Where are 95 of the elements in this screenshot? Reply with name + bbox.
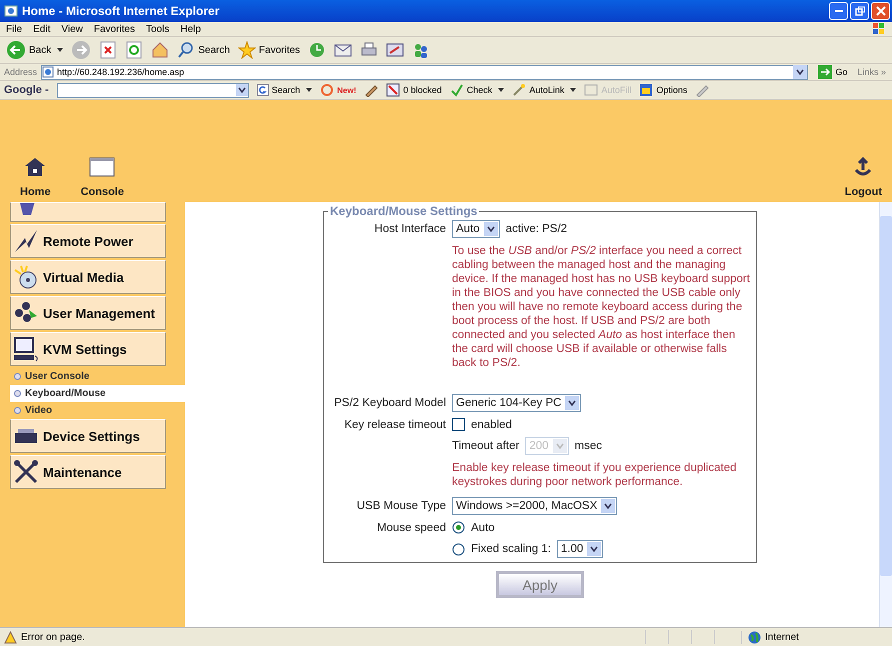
favorites-button[interactable]: Favorites: [238, 41, 300, 59]
caret-icon: [498, 88, 504, 92]
star-icon: [238, 41, 256, 59]
google-search-field[interactable]: [56, 82, 249, 98]
search-button[interactable]: Search: [177, 41, 230, 59]
radio-label: Fixed scaling 1:: [471, 543, 551, 555]
sidebar-menu-button[interactable]: Maintenance: [10, 455, 166, 489]
refresh-icon[interactable]: [125, 41, 144, 59]
go-arrow-icon: [818, 65, 832, 79]
group-title: Keyboard/Mouse Settings: [329, 204, 478, 218]
restore-button[interactable]: [850, 2, 869, 20]
mouse-type-dropdown[interactable]: Windows >=2000, MacOSX: [452, 497, 618, 515]
radio-button[interactable]: [452, 542, 465, 556]
computer-icon: [13, 336, 39, 362]
console-nav-button[interactable]: Console: [80, 156, 124, 198]
scaling-dropdown[interactable]: 1.00: [556, 540, 604, 558]
radio-button[interactable]: [452, 521, 465, 534]
menu-item[interactable]: File: [6, 24, 22, 34]
page-icon: [42, 66, 54, 78]
browser-icon: [4, 4, 18, 18]
checkbox[interactable]: [452, 418, 465, 431]
active-interface-text: active: PS/2: [506, 223, 568, 235]
field-label: Timeout after: [452, 440, 520, 452]
sidebar-menu-button[interactable]: [10, 202, 166, 222]
history-icon[interactable]: [308, 41, 326, 59]
spell-check-button[interactable]: Check: [450, 83, 504, 97]
options-button[interactable]: Options: [639, 83, 688, 97]
vertical-scrollbar[interactable]: [879, 202, 892, 627]
search-icon: [177, 41, 196, 59]
stop-icon[interactable]: [99, 41, 118, 59]
minimize-icon: [834, 10, 842, 12]
close-button[interactable]: [871, 2, 890, 20]
cd-icon: [13, 264, 39, 290]
form-icon: [584, 83, 598, 97]
unit-label: msec: [574, 440, 602, 452]
home-icon[interactable]: [151, 41, 170, 59]
restore-icon: [854, 6, 864, 16]
popup-blocker-button[interactable]: 0 blocked: [386, 83, 442, 97]
menu-item[interactable]: Help: [180, 24, 201, 34]
sidebar-menu-button[interactable]: Remote Power: [10, 224, 166, 258]
help-text: Enable key release timeout if you experience duplicated keystrokes during poor network performance.: [452, 461, 738, 489]
sidebar-menu-button[interactable]: User Management: [10, 296, 166, 330]
sidebar-menu-button[interactable]: Virtual Media: [10, 260, 166, 294]
home-nav-button[interactable]: Home: [20, 156, 51, 198]
caret-icon: [57, 48, 64, 52]
google-menu[interactable]: Google -: [4, 84, 49, 96]
field-label: Host Interface: [373, 223, 446, 235]
back-button[interactable]: Back: [6, 40, 64, 60]
field-label: USB Mouse Type: [356, 500, 446, 512]
window-icon: [89, 156, 116, 178]
minimize-button[interactable]: [829, 2, 848, 20]
help-text: To use the USB and/or PS/2 interface you need a correct cabling between the managed host and the managing device. If the managed host has no USB keyboard support in the BIOS and you have connected the USB cable only then you will have no remote keyboard access during the boot process of the host. If USB and PS/2 are both connected and you selected Auto as host interface then the card will choose USB if available or otherwise falls back to PS/2.: [452, 244, 751, 370]
address-label: Address: [4, 67, 38, 77]
field-label: PS/2 Keyboard Model: [333, 397, 446, 409]
spellcheck-icon: [450, 83, 464, 97]
lightning-bolt-icon: [13, 228, 39, 254]
field-label: Key release timeout: [343, 418, 446, 430]
autolink-button[interactable]: AutoLink: [512, 83, 576, 97]
sidebar-subitem[interactable]: Keyboard/Mouse: [10, 385, 185, 402]
windows-logo-icon: [872, 22, 886, 36]
warning-icon: [4, 630, 17, 644]
logout-button[interactable]: Logout: [844, 156, 882, 198]
sidebar-menu-button[interactable]: Device Settings: [10, 419, 166, 453]
caret-icon: [306, 88, 312, 92]
field-label: Mouse speed: [376, 522, 446, 534]
close-icon: [876, 6, 886, 16]
options-icon: [639, 83, 654, 97]
globe-icon: [748, 630, 761, 644]
zone-label: Internet: [765, 632, 799, 642]
menu-item[interactable]: Favorites: [94, 24, 135, 34]
pencil-icon[interactable]: [364, 83, 378, 97]
window-title: Home - Microsoft Internet Explorer: [22, 4, 220, 18]
tools-icon: [13, 459, 39, 485]
google-search-button[interactable]: Search: [256, 84, 312, 96]
caret-icon: [570, 88, 576, 92]
sidebar-subitem[interactable]: User Console: [10, 368, 185, 385]
edit-page-icon[interactable]: [386, 41, 404, 59]
wand-icon: [512, 83, 526, 97]
host-interface-dropdown[interactable]: Auto: [452, 220, 500, 238]
sidebar-subitem[interactable]: Video: [10, 402, 185, 419]
keyboard-model-dropdown[interactable]: Generic 104-Key PC: [452, 394, 582, 412]
address-field[interactable]: http://60.248.192.236/home.asp: [41, 64, 808, 80]
links-button[interactable]: Links »: [857, 67, 888, 77]
menu-item[interactable]: Tools: [146, 24, 170, 34]
status-message: Error on page.: [21, 632, 85, 642]
house-icon: [24, 156, 46, 178]
g-logo-icon: [256, 84, 269, 96]
checkbox-label: enabled: [471, 418, 512, 430]
blocked-window-icon: [386, 83, 400, 97]
menu-item[interactable]: View: [61, 24, 83, 34]
go-button[interactable]: Go: [812, 65, 854, 79]
radio-label: Auto: [471, 522, 495, 534]
new-button[interactable]: New!: [320, 84, 356, 96]
menu-item[interactable]: Edit: [33, 24, 50, 34]
sidebar-menu-button[interactable]: KVM Settings: [10, 332, 166, 366]
